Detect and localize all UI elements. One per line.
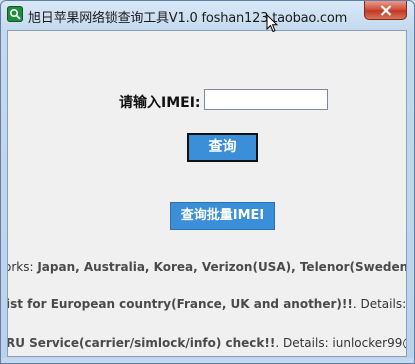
imei-label: 请输入IMEI: [119,95,201,111]
info-line-service: RU Service(carrier/simlock/info) check!!… [7,336,406,350]
app-window: 旭日苹果网络锁查询工具V1.0 foshan123.taobao.com 请输入… [0,0,415,364]
close-icon [380,5,392,16]
mouse-cursor-icon [266,13,279,37]
query-button[interactable]: 查询 [187,133,258,162]
info-line-details: . Details: [352,297,407,311]
main-panel: 请输入IMEI: 查询 查询批量IMEI orks: Japan, Austra… [7,30,407,357]
info-line-details: . Details: iunlocker99@gm [275,336,406,350]
info-line-networks: orks: Japan, Australia, Korea, Verizon(U… [7,260,407,274]
info-line-body: ist for European country(France, UK and … [7,297,353,311]
batch-query-button[interactable]: 查询批量IMEI [170,202,275,230]
info-line-body: Japan, Australia, Korea, Verizon(USA), T… [37,260,407,274]
app-icon [7,6,23,22]
close-button[interactable] [364,1,407,20]
window-title: 旭日苹果网络锁查询工具V1.0 foshan123.taobao.com [28,11,348,26]
info-line-body: RU Service(carrier/simlock/info) check!! [7,336,276,350]
imei-input[interactable] [204,89,328,110]
title-bar[interactable]: 旭日苹果网络锁查询工具V1.0 foshan123.taobao.com [1,1,414,29]
info-line-prefix: orks: [7,260,38,274]
info-line-europe: ist for European country(France, UK and … [7,297,407,311]
window-frame-bottom [1,358,414,363]
